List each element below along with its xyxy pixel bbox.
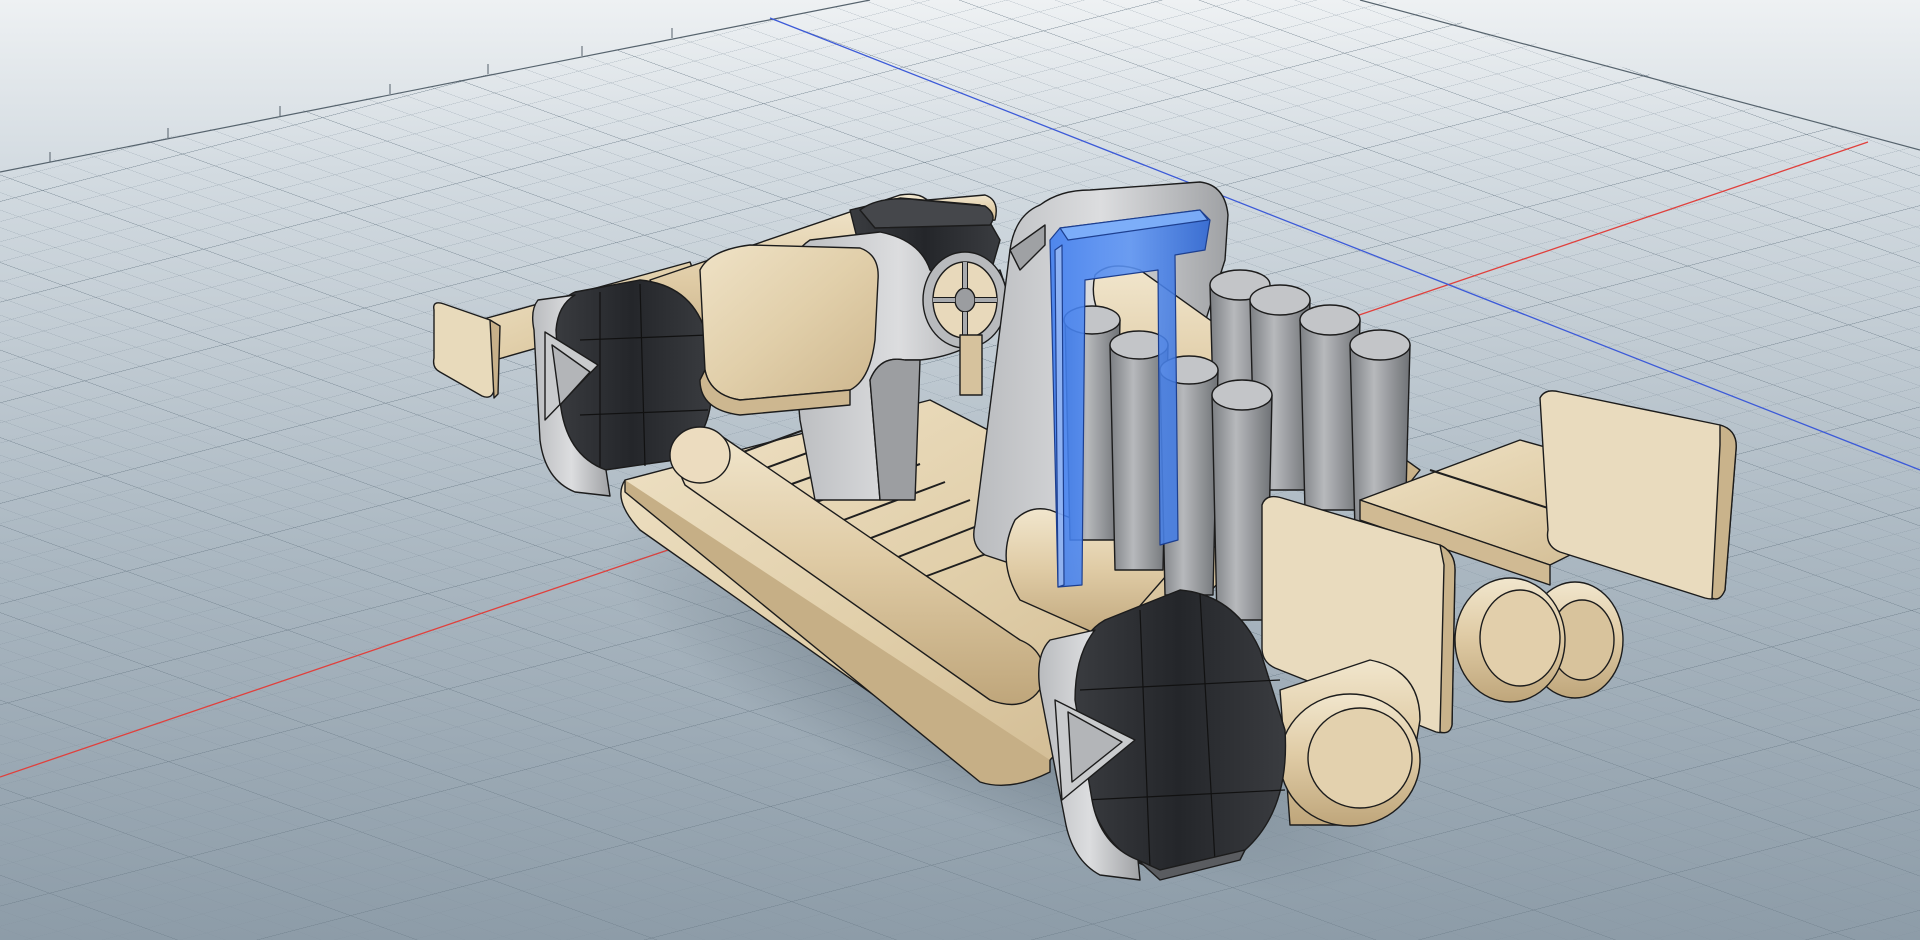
seat[interactable]: [699, 244, 879, 401]
front-wheel-right[interactable]: [1454, 577, 1624, 703]
front-axle-log[interactable]: [1279, 659, 1421, 827]
scene-canvas[interactable]: [0, 0, 1920, 940]
3d-viewport[interactable]: [0, 0, 1920, 940]
